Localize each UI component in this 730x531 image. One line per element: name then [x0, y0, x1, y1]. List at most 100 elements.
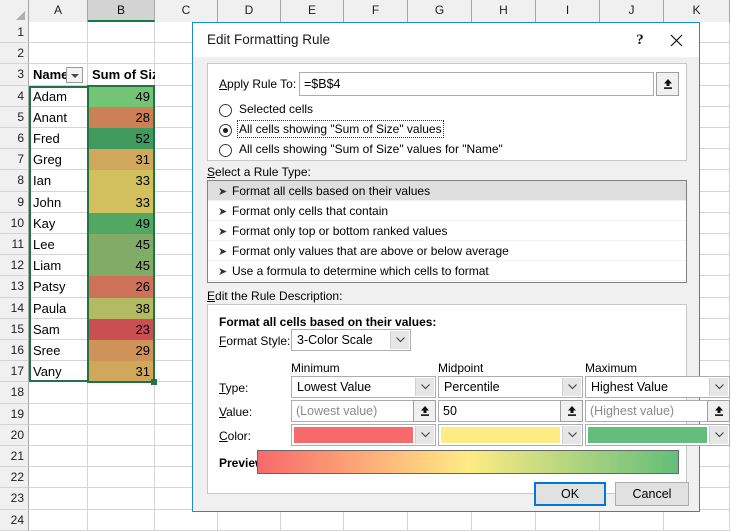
row-header-21[interactable]: 21: [0, 446, 29, 467]
color-picker-2[interactable]: [585, 424, 730, 446]
rule-type-item-0[interactable]: ➤Format all cells based on their values: [208, 181, 686, 201]
rule-type-item-3[interactable]: ➤Format only values that are above or be…: [208, 241, 686, 261]
grid-cell[interactable]: [88, 43, 155, 64]
type-combo-0[interactable]: Lowest Value: [291, 376, 436, 398]
column-header-d[interactable]: D: [218, 0, 281, 22]
cell-name-13[interactable]: Patsy: [29, 276, 88, 298]
cell-size-13[interactable]: 26: [88, 276, 155, 298]
combo-arrow[interactable]: [709, 426, 728, 444]
column-header-b[interactable]: B: [88, 0, 155, 22]
cell-name-10[interactable]: Kay: [29, 213, 88, 234]
column-header-k[interactable]: K: [664, 0, 730, 22]
grid-cell[interactable]: [88, 467, 155, 488]
scope-radio-row-1[interactable]: All cells showing "Sum of Size" values: [219, 122, 659, 140]
value-collapse-button-0[interactable]: [413, 400, 436, 422]
column-header-a[interactable]: A: [29, 0, 88, 22]
row-header-15[interactable]: 15: [0, 319, 29, 340]
row-header-20[interactable]: 20: [0, 425, 29, 446]
row-header-17[interactable]: 17: [0, 361, 29, 382]
cell-name-9[interactable]: John: [29, 192, 88, 213]
select-all-corner[interactable]: [0, 0, 29, 22]
row-header-10[interactable]: 10: [0, 213, 29, 234]
combo-arrow[interactable]: [415, 426, 434, 444]
cell-name-12[interactable]: Liam: [29, 255, 88, 276]
grid-cell[interactable]: [29, 488, 88, 510]
value-collapse-button-2[interactable]: [707, 400, 730, 422]
row-header-2[interactable]: 2: [0, 43, 29, 64]
grid-cell[interactable]: [29, 467, 88, 488]
cell-name-4[interactable]: Adam: [29, 86, 88, 107]
row-header-19[interactable]: 19: [0, 404, 29, 425]
row-header-22[interactable]: 22: [0, 467, 29, 488]
row-header-16[interactable]: 16: [0, 340, 29, 361]
column-header-g[interactable]: G: [408, 0, 472, 22]
collapse-dialog-button[interactable]: [656, 72, 679, 96]
cell-size-15[interactable]: 23: [88, 319, 155, 340]
rule-type-item-4[interactable]: ➤Use a formula to determine which cells …: [208, 261, 686, 281]
cell-size-11[interactable]: 45: [88, 234, 155, 255]
color-picker-1[interactable]: [438, 424, 583, 446]
apply-rule-input[interactable]: =$B$4: [299, 72, 654, 96]
grid-cell[interactable]: [29, 446, 88, 467]
column-header-c[interactable]: C: [155, 0, 218, 22]
cell-size-16[interactable]: 29: [88, 340, 155, 361]
cell-size-14[interactable]: 38: [88, 298, 155, 319]
color-picker-0[interactable]: [291, 424, 436, 446]
rule-type-item-1[interactable]: ➤Format only cells that contain: [208, 201, 686, 221]
grid-cell[interactable]: [29, 43, 88, 64]
grid-cell[interactable]: [88, 488, 155, 510]
cell-name-14[interactable]: Paula: [29, 298, 88, 319]
cell-size-7[interactable]: 31: [88, 149, 155, 170]
combo-arrow[interactable]: [709, 378, 728, 396]
row-header-5[interactable]: 5: [0, 107, 29, 128]
combo-arrow[interactable]: [390, 331, 409, 349]
combo-arrow[interactable]: [562, 378, 581, 396]
close-button[interactable]: [659, 23, 693, 57]
grid-cell[interactable]: [88, 446, 155, 467]
row-header-9[interactable]: 9: [0, 192, 29, 213]
column-header-e[interactable]: E: [281, 0, 344, 22]
cell-name-15[interactable]: Sam: [29, 319, 88, 340]
column-header-i[interactable]: I: [536, 0, 600, 22]
ok-button[interactable]: OK: [534, 482, 606, 506]
cell-size-9[interactable]: 33: [88, 192, 155, 213]
combo-arrow[interactable]: [415, 378, 434, 396]
scope-radio-row-0[interactable]: Selected cells: [219, 102, 659, 120]
column-header-j[interactable]: J: [600, 0, 664, 22]
cell-name-17[interactable]: Vany: [29, 361, 88, 382]
radio-button[interactable]: [219, 144, 232, 157]
cell-name-16[interactable]: Sree: [29, 340, 88, 361]
row-header-12[interactable]: 12: [0, 255, 29, 276]
grid-cell[interactable]: [29, 22, 88, 43]
row-header-14[interactable]: 14: [0, 298, 29, 319]
row-header-8[interactable]: 8: [0, 170, 29, 192]
grid-cell[interactable]: [29, 382, 88, 404]
format-style-combo[interactable]: 3-Color Scale: [291, 329, 411, 351]
row-header-7[interactable]: 7: [0, 149, 29, 170]
row-header-3[interactable]: 3: [0, 64, 29, 86]
cell-size-8[interactable]: 33: [88, 170, 155, 192]
rule-type-listbox[interactable]: ➤Format all cells based on their values➤…: [207, 180, 687, 283]
grid-cell[interactable]: [29, 404, 88, 425]
row-header-4[interactable]: 4: [0, 86, 29, 107]
combo-arrow[interactable]: [562, 426, 581, 444]
row-header-13[interactable]: 13: [0, 276, 29, 298]
cell-size-5[interactable]: 28: [88, 107, 155, 128]
row-header-18[interactable]: 18: [0, 382, 29, 404]
grid-cell[interactable]: [88, 382, 155, 404]
cell-size-4[interactable]: 49: [88, 86, 155, 107]
row-header-23[interactable]: 23: [0, 488, 29, 510]
grid-cell[interactable]: [88, 22, 155, 43]
cell-name-6[interactable]: Fred: [29, 128, 88, 149]
cell-size-17[interactable]: 31: [88, 361, 155, 382]
value-collapse-button-1[interactable]: [560, 400, 583, 422]
radio-button[interactable]: [219, 104, 232, 117]
cancel-button[interactable]: Cancel: [615, 482, 689, 506]
row-header-6[interactable]: 6: [0, 128, 29, 149]
selection-fill-handle[interactable]: [151, 379, 157, 385]
scope-radio-row-2[interactable]: All cells showing "Sum of Size" values f…: [219, 142, 659, 160]
cell-size-10[interactable]: 49: [88, 213, 155, 234]
cell-size-6[interactable]: 52: [88, 128, 155, 149]
cell-name-8[interactable]: Ian: [29, 170, 88, 192]
type-combo-1[interactable]: Percentile: [438, 376, 583, 398]
